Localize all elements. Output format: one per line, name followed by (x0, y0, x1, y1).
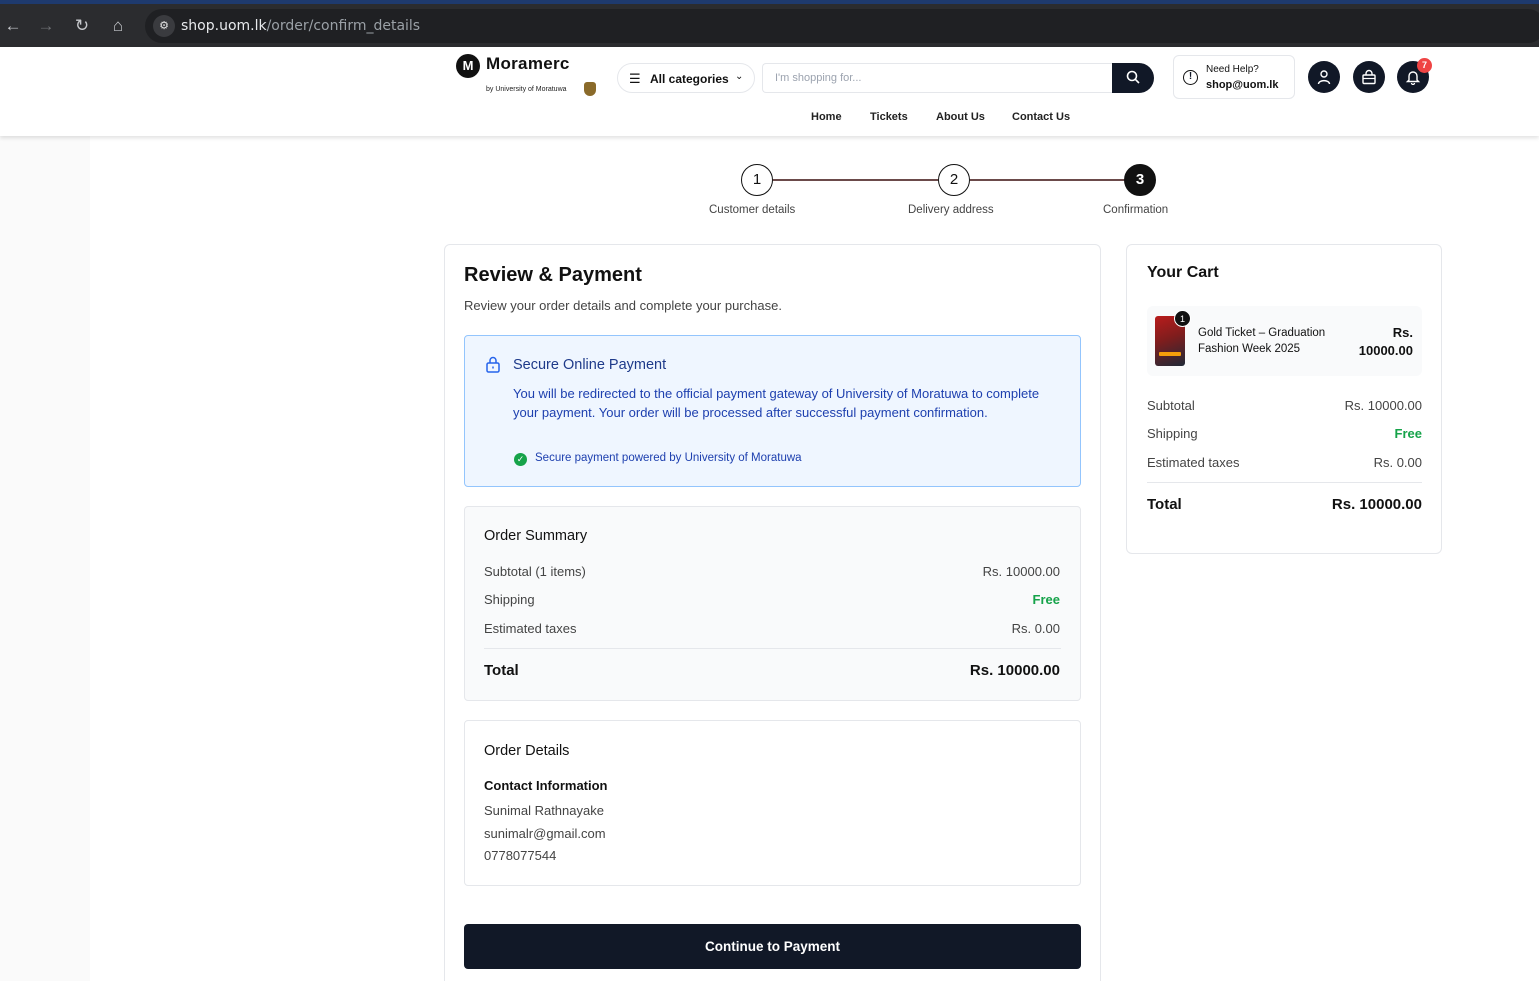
site-header: M Moramerc by University of Moratuwa ☰ A… (0, 47, 1539, 136)
notification-count-badge: 7 (1417, 58, 1432, 73)
cart-total-label: Total (1147, 496, 1182, 513)
check-circle-icon: ✓ (514, 453, 527, 466)
order-summary-title: Order Summary (484, 528, 588, 544)
step-2-label: Delivery address (908, 204, 994, 216)
all-categories-label: All categories (650, 72, 729, 86)
cart-subtotal-label: Subtotal (1147, 398, 1195, 413)
chevron-down-icon: ⌄ (735, 71, 744, 82)
cart-item-name: Gold Ticket – Graduation Fashion Week 20… (1198, 327, 1326, 355)
step-2-circle: 2 (938, 164, 970, 196)
cart-divider (1147, 482, 1422, 483)
brand-name: Moramerc (486, 54, 570, 73)
url-path: /order/confirm_details (266, 18, 421, 34)
help-label: Need Help? (1206, 64, 1259, 75)
search-icon (1126, 70, 1140, 84)
nav-contact-us[interactable]: Contact Us (1012, 111, 1070, 123)
summary-taxes-label: Estimated taxes (484, 621, 577, 636)
secure-payment-note: Secure payment powered by University of … (535, 452, 802, 464)
back-arrow-icon[interactable]: ← (0, 13, 26, 39)
step-3-label: Confirmation (1103, 204, 1169, 216)
user-icon (1317, 70, 1331, 85)
help-contact[interactable]: ! Need Help? shop@uom.lk (1173, 55, 1295, 99)
summary-shipping-label: Shipping (484, 592, 535, 607)
site-settings-icon[interactable]: ⚙ (153, 15, 175, 37)
continue-to-payment-button[interactable]: Continue to Payment (464, 924, 1081, 969)
info-icon: ! (1183, 70, 1198, 85)
summary-shipping-value: Free (1032, 592, 1060, 607)
summary-total-value: Rs. 10000.00 (969, 662, 1060, 679)
page-title: Review & Payment (464, 264, 642, 286)
cart-shipping-label: Shipping (1147, 426, 1198, 441)
cart-item-price: Rs. 10000.00 (1358, 325, 1413, 358)
brand-subtitle: by University of Moratuwa (486, 86, 567, 93)
contact-info-title: Contact Information (484, 778, 608, 793)
account-button[interactable] (1308, 61, 1340, 93)
cart-taxes-value: Rs. 0.00 (1373, 455, 1422, 470)
menu-icon: ☰ (629, 71, 641, 86)
search-button[interactable] (1112, 63, 1154, 93)
university-crest-icon (584, 82, 596, 96)
summary-subtotal-value: Rs. 10000.00 (982, 564, 1060, 579)
cart-total-value: Rs. 10000.00 (1331, 496, 1422, 513)
search-input[interactable] (762, 63, 1114, 93)
summary-divider (484, 648, 1061, 649)
home-icon[interactable]: ⌂ (105, 13, 131, 39)
cart-item-quantity-badge: 1 (1174, 310, 1191, 327)
contact-name: Sunimal Rathnayake (484, 803, 604, 818)
nav-tickets[interactable]: Tickets (870, 111, 908, 123)
url-text[interactable]: shop.uom.lk/order/confirm_details (181, 18, 420, 34)
cart-button[interactable] (1353, 61, 1385, 93)
all-categories-button[interactable]: ☰ All categories ⌄ (617, 63, 755, 93)
bag-icon (1362, 69, 1376, 85)
cart-shipping-value: Free (1394, 426, 1422, 441)
step-connector (970, 179, 1125, 181)
bell-icon (1405, 71, 1421, 85)
logo-mark-icon: M (456, 54, 480, 78)
cart-subtotal-value: Rs. 10000.00 (1344, 398, 1422, 413)
step-3-circle: 3 (1124, 164, 1156, 196)
browser-toolbar: ← → ↻ ⌂ ⚙ shop.uom.lk/order/confirm_deta… (0, 0, 1539, 47)
step-connector (773, 179, 938, 181)
lock-icon (486, 356, 500, 373)
step-1-circle: 1 (741, 164, 773, 196)
secure-payment-text: You will be redirected to the official p… (513, 386, 1040, 420)
help-email: shop@uom.lk (1206, 79, 1279, 91)
contact-email: sunimalr@gmail.com (484, 826, 606, 841)
nav-home[interactable]: Home (811, 111, 842, 123)
order-details-title: Order Details (484, 743, 570, 759)
nav-about-us[interactable]: About Us (936, 111, 985, 123)
summary-total-label: Total (484, 662, 519, 679)
page-subtitle: Review your order details and complete y… (464, 298, 782, 313)
address-bar[interactable]: ⚙ shop.uom.lk/order/confirm_details (145, 9, 1539, 43)
reload-icon[interactable]: ↻ (69, 13, 95, 39)
contact-phone: 0778077544 (484, 848, 557, 863)
url-host: shop.uom.lk (181, 18, 267, 34)
secure-payment-title: Secure Online Payment (513, 357, 667, 373)
step-1-label: Customer details (709, 204, 796, 216)
summary-taxes-value: Rs. 0.00 (1011, 621, 1060, 636)
page-gutter (0, 136, 90, 981)
cart-taxes-label: Estimated taxes (1147, 455, 1240, 470)
summary-subtotal-label: Subtotal (1 items) (484, 564, 586, 579)
forward-arrow-icon[interactable]: → (33, 13, 59, 39)
cart-title: Your Cart (1147, 264, 1219, 281)
